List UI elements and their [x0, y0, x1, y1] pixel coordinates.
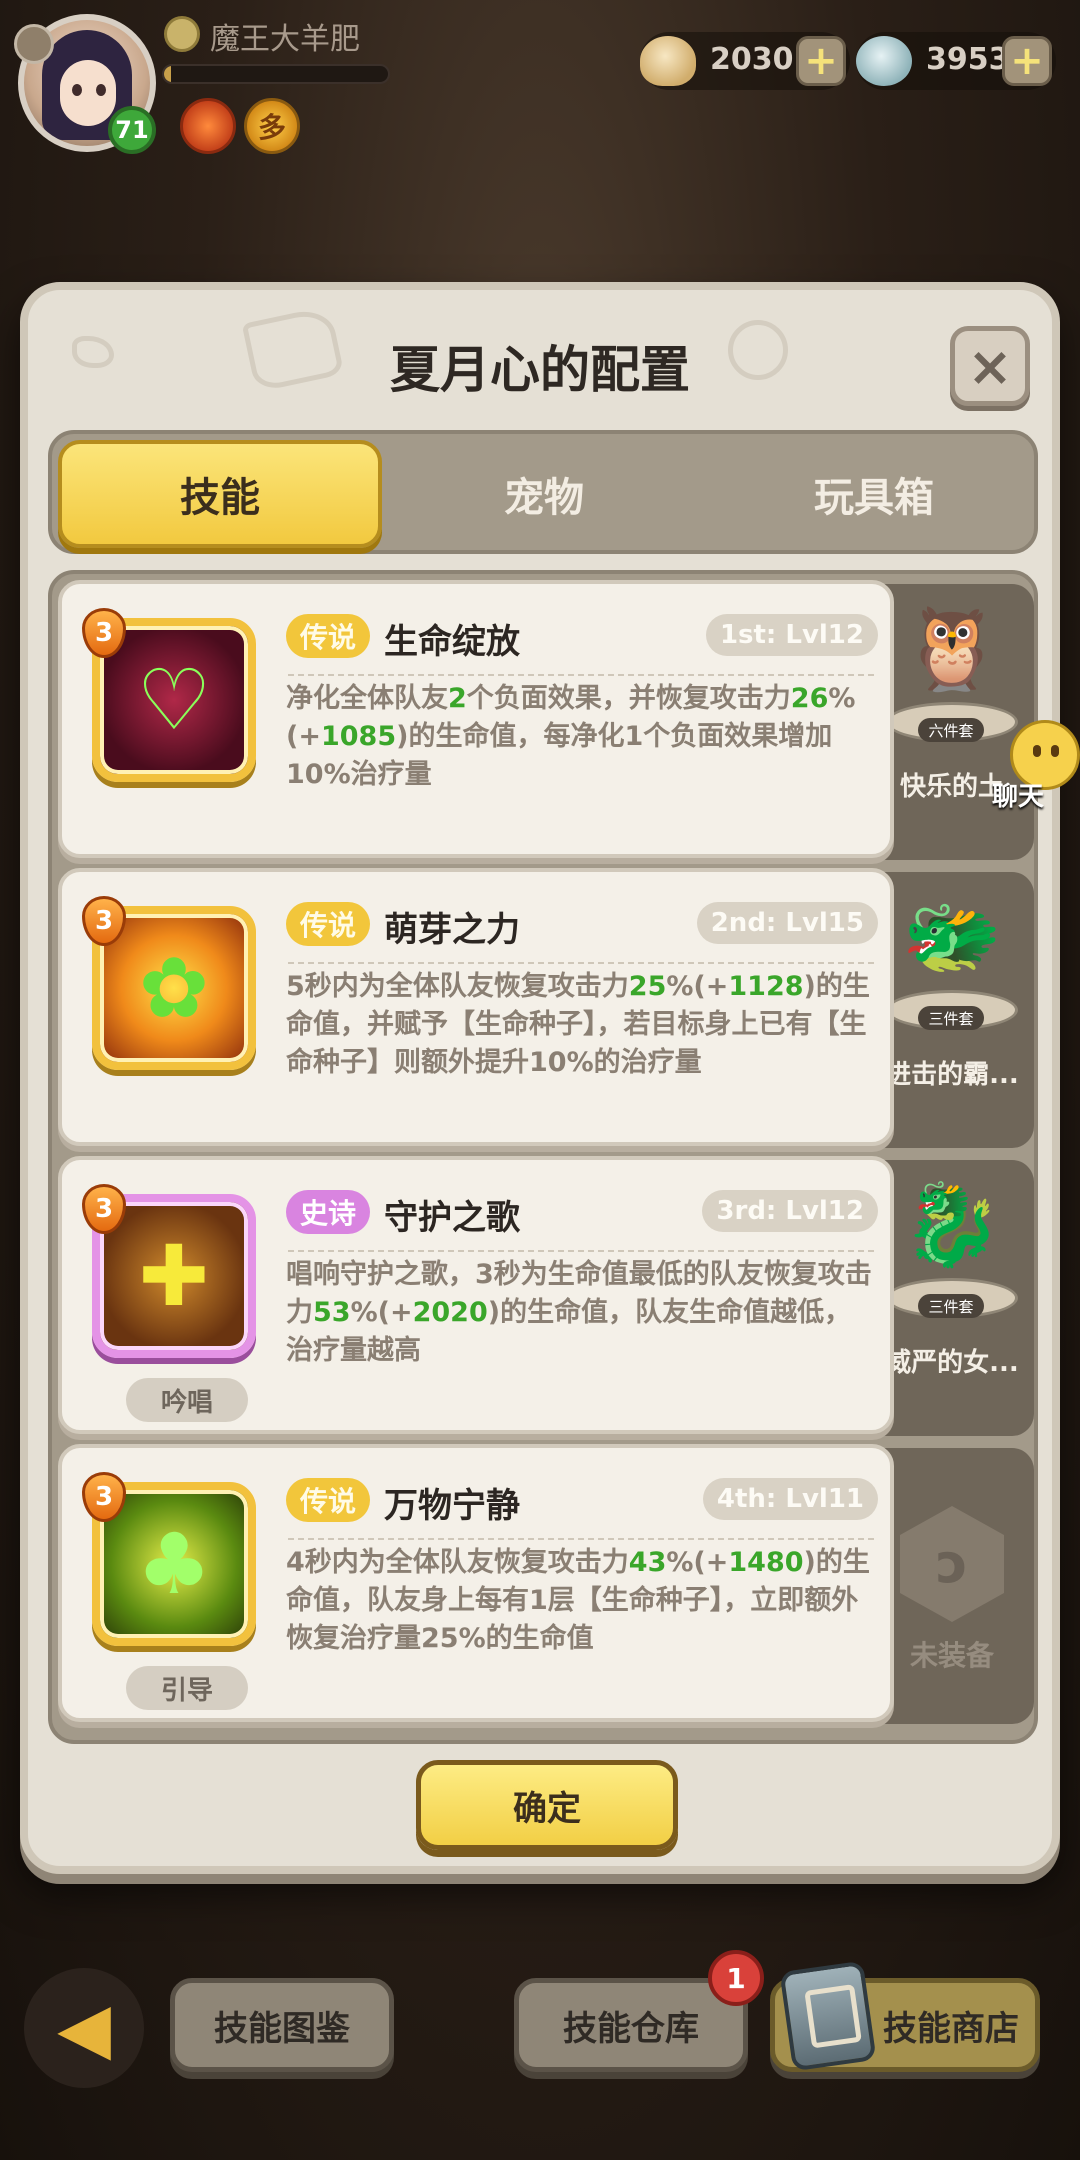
- skill-codex-button[interactable]: 技能图鉴: [170, 1978, 394, 2072]
- skill-list: 🦉 六件套 快乐的土 ♡ 3 传说 生命绽放 1st: Lvl12 净化全体队友…: [48, 570, 1038, 1744]
- unequipped-label: 未装备: [909, 1639, 994, 1672]
- skill-card-1[interactable]: ♡ 3 传说 生命绽放 1st: Lvl12 净化全体队友2个负面效果，并恢复攻…: [58, 580, 894, 858]
- skill-name: 万物宁静: [384, 1486, 520, 1526]
- chat-button[interactable]: 聊天: [992, 720, 1080, 812]
- desc-text: 净化全体队友: [286, 683, 448, 714]
- slot-level-badge: 1st: Lvl12: [705, 614, 878, 656]
- slot-level-badge: 2nd: Lvl15: [696, 902, 878, 944]
- skill-description: 4秒内为全体队友恢复攻击力43%(+1480)的生命值，队友身上每有1层【生命种…: [286, 1544, 876, 1658]
- pet-set-tag: 三件套: [918, 1294, 984, 1318]
- skill-name: 守护之歌: [384, 1198, 520, 1238]
- player-name: 魔王大羊肥: [210, 22, 360, 57]
- avatar-face: [60, 60, 116, 126]
- divider: [288, 674, 874, 676]
- title-icon: [164, 16, 200, 52]
- avatar-eye: [96, 84, 106, 96]
- skill-type-tag: 引导: [126, 1666, 248, 1710]
- empty-slot-icon: ↄ: [900, 1506, 1004, 1622]
- player-level-badge: 71: [108, 106, 156, 154]
- loadout-panel: 夏月心的配置 × 技能 宠物 玩具箱 🦉 六件套 快乐的土 ♡ 3 传说 生命绽…: [20, 282, 1060, 1874]
- divider: [288, 962, 874, 964]
- skill-description: 唱响守护之歌，3秒为生命值最低的队友恢复攻击力53%(+2020)的生命值，队友…: [286, 1256, 876, 1370]
- pet-figure: 🐲: [902, 890, 1002, 983]
- desc-value: 1085: [320, 721, 397, 752]
- desc-value: 2020: [412, 1297, 488, 1328]
- pet-slot-2[interactable]: 🐲 三件套 进击的霸...: [870, 872, 1034, 1148]
- tab-skills[interactable]: 技能: [58, 440, 382, 548]
- back-button[interactable]: ◀: [24, 1968, 144, 2088]
- desc-text: %(+: [350, 1297, 413, 1328]
- xp-bar-fill: [164, 66, 171, 82]
- shell-amount: 2030: [710, 42, 794, 77]
- spiral-icon: ↄ: [935, 1532, 968, 1595]
- top-hud: 71 魔王大羊肥 多 2030 + 39533 +: [0, 0, 1080, 160]
- pet-name: 进击的霸...: [885, 1060, 1019, 1090]
- shell-icon: [640, 36, 696, 86]
- desc-value: 26: [790, 683, 829, 714]
- desc-value: 1480: [728, 1547, 804, 1578]
- desc-value: 1128: [728, 971, 804, 1002]
- flame-badge-icon[interactable]: [180, 98, 236, 154]
- pet-name: 威严的女...: [885, 1348, 1019, 1378]
- chat-eye: [1033, 745, 1041, 757]
- skill-card-4[interactable]: ♣ 3 引导 传说 万物宁静 4th: Lvl11 4秒内为全体队友恢复攻击力4…: [58, 1444, 894, 1722]
- skill-description: 净化全体队友2个负面效果，并恢复攻击力26%(+1085)的生命值，每净化1个负…: [286, 680, 876, 794]
- chat-label: 聊天: [992, 782, 1045, 812]
- pet-slot-3[interactable]: 🐉 三件套 威严的女...: [870, 1160, 1034, 1436]
- pet-set-tag: 三件套: [918, 1006, 984, 1030]
- desc-text: 个负面效果，并恢复攻击力: [466, 683, 791, 714]
- chat-eye: [1051, 745, 1059, 757]
- skill-card-2[interactable]: ✿ 3 传说 萌芽之力 2nd: Lvl15 5秒内为全体队友恢复攻击力25%(…: [58, 868, 894, 1146]
- desc-text: %(+: [666, 1547, 729, 1578]
- shop-machine-icon: [779, 1960, 877, 2072]
- pet-figure: 🦉: [902, 602, 1002, 695]
- rarity-badge: 传说: [286, 1478, 371, 1522]
- rarity-badge: 传说: [286, 902, 371, 946]
- skill-name: 萌芽之力: [384, 910, 520, 950]
- tab-bar: 技能 宠物 玩具箱: [48, 430, 1038, 554]
- desc-value: 43: [628, 1547, 667, 1578]
- desc-value: 25: [628, 971, 667, 1002]
- rarity-badge: 史诗: [286, 1190, 371, 1234]
- desc-text: 5秒内为全体队友恢复攻击力: [286, 971, 629, 1002]
- multi-badge-icon[interactable]: 多: [244, 98, 300, 154]
- skill-card-3[interactable]: ✚ 3 吟唱 史诗 守护之歌 3rd: Lvl12 唱响守护之歌，3秒为生命值最…: [58, 1156, 894, 1434]
- close-button[interactable]: ×: [950, 326, 1030, 406]
- pet-figure: 🐉: [902, 1178, 1002, 1271]
- pet-set-tag: 六件套: [918, 718, 984, 742]
- xp-bar: [162, 64, 390, 84]
- notification-badge: 1: [708, 1950, 764, 2006]
- skill-type-tag: 吟唱: [126, 1378, 248, 1422]
- slot-level-badge: 4th: Lvl11: [702, 1478, 878, 1520]
- divider: [288, 1538, 874, 1540]
- skill-name: 生命绽放: [384, 622, 520, 662]
- guild-emblem-icon: [14, 24, 54, 64]
- divider: [288, 1250, 874, 1252]
- panel-title: 夏月心的配置: [390, 341, 690, 399]
- pearl-icon: [856, 36, 912, 86]
- skill-description: 5秒内为全体队友恢复攻击力25%(+1128)的生命值，并赋予【生命种子】，若目…: [286, 968, 876, 1082]
- avatar-eye: [72, 84, 82, 96]
- slot-level-badge: 3rd: Lvl12: [702, 1190, 878, 1232]
- rarity-badge: 传说: [286, 614, 371, 658]
- tab-toybox[interactable]: 玩具箱: [712, 440, 1036, 548]
- add-shell-button[interactable]: +: [796, 36, 846, 86]
- desc-text: %(+: [666, 971, 729, 1002]
- currency-shell: 2030 +: [640, 32, 850, 90]
- confirm-button[interactable]: 确定: [416, 1760, 678, 1850]
- pet-slot-4-empty[interactable]: ↄ 未装备: [870, 1448, 1034, 1724]
- tab-pets[interactable]: 宠物: [382, 440, 706, 548]
- currency-pearl: 39533 +: [856, 32, 1056, 90]
- desc-value: 2: [448, 683, 467, 714]
- desc-value: 53: [313, 1297, 351, 1328]
- add-pearl-button[interactable]: +: [1002, 36, 1052, 86]
- desc-text: 4秒内为全体队友恢复攻击力: [286, 1547, 629, 1578]
